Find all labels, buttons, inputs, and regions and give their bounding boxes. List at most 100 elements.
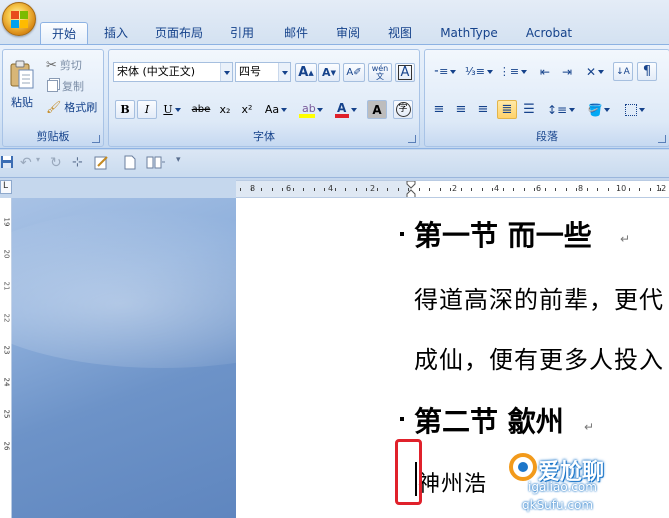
paragraph-group: ⁃≡ ⅓≡ ⋮≡ ⇤ ⇥ ✕ ↓A ¶ ≡ ≡ ≡ ≣ ☰ ↕≡ 🪣 段落 xyxy=(424,49,669,147)
shrink-font-button[interactable]: A ▼ xyxy=(318,63,340,82)
italic-button[interactable]: I xyxy=(137,100,157,119)
tab-view[interactable]: 视图 xyxy=(380,22,420,44)
chevron-down-icon[interactable] xyxy=(317,108,323,115)
chevron-down-icon[interactable] xyxy=(598,70,605,77)
office-button[interactable] xyxy=(2,2,36,36)
decrease-indent-button[interactable]: ⇤ xyxy=(535,62,555,81)
ruler-margin-left xyxy=(236,181,410,197)
underline-button[interactable]: U xyxy=(159,100,185,119)
ruler-tick xyxy=(387,188,388,191)
format-painter-button[interactable]: 🖌 格式刷 xyxy=(43,98,103,116)
ruler-tick xyxy=(376,188,378,191)
superscript-button[interactable]: x² xyxy=(237,100,257,119)
paste-button[interactable]: 粘贴 xyxy=(5,54,39,116)
cut-button[interactable]: ✂ 剪切 xyxy=(43,56,99,74)
tab-insert[interactable]: 插入 xyxy=(96,22,136,44)
indent-marker-icon[interactable] xyxy=(406,181,416,197)
chevron-down-icon[interactable] xyxy=(569,108,576,115)
justify-button[interactable]: ≣ xyxy=(497,100,517,119)
chevron-down-icon[interactable] xyxy=(604,108,611,115)
undo-icon[interactable]: ↶ xyxy=(20,155,36,171)
font-name-combo[interactable]: 宋体 (中文正文) xyxy=(113,62,233,82)
column-layout-icon[interactable] xyxy=(146,155,168,171)
char-border-button[interactable]: A xyxy=(395,63,415,82)
increase-indent-button[interactable]: ⇥ xyxy=(557,62,577,81)
tab-selector[interactable]: L xyxy=(0,180,12,194)
tab-references[interactable]: 引用 xyxy=(222,22,262,44)
cut-label: 剪切 xyxy=(59,59,82,72)
numbering-button[interactable]: ⅓≡ xyxy=(463,62,495,81)
align-left-button[interactable]: ≡ xyxy=(429,100,449,119)
align-center-button[interactable]: ≡ xyxy=(451,100,471,119)
multilevel-list-button[interactable]: ⋮≡ xyxy=(497,62,529,81)
ruler-tick xyxy=(282,188,283,191)
horizontal-ruler[interactable]: 8 6 4 2 2 4 6 8 10 12 xyxy=(236,180,669,198)
subscript-button[interactable]: x₂ xyxy=(215,100,235,119)
chevron-down-icon[interactable] xyxy=(281,108,288,115)
ruler-tick xyxy=(586,188,588,191)
sort-button[interactable]: ↓A xyxy=(613,62,633,81)
left-tab-icon: L xyxy=(3,181,9,191)
tab-mailings[interactable]: 邮件 xyxy=(276,22,316,44)
highlight-color-button[interactable]: ab xyxy=(295,100,327,119)
chevron-down-icon[interactable] xyxy=(639,108,645,115)
shading-button[interactable]: 🪣 xyxy=(583,100,615,119)
line-spacing-button[interactable]: ↕≡ xyxy=(545,100,577,119)
font-size-combo[interactable]: 四号 xyxy=(235,62,291,82)
show-marks-button[interactable]: ¶ xyxy=(637,62,657,81)
font-group-label: 字体 xyxy=(253,130,275,143)
ruler-tick xyxy=(544,188,546,191)
redo-icon[interactable]: ↻ xyxy=(50,155,66,171)
customize-toolbar-icon[interactable]: ▾ xyxy=(176,155,192,171)
font-dialog-launcher[interactable] xyxy=(408,135,416,143)
tab-home[interactable]: 开始 xyxy=(40,22,88,44)
font-color-button[interactable]: A xyxy=(331,100,361,119)
chevron-down-icon[interactable] xyxy=(351,108,357,115)
ruler-tick xyxy=(292,188,294,191)
bold-button[interactable]: B xyxy=(115,100,135,119)
chevron-down-icon[interactable] xyxy=(278,63,290,81)
grow-font-button[interactable]: A ▲ xyxy=(295,63,317,82)
new-document-icon[interactable] xyxy=(124,155,140,171)
ruler-tick xyxy=(555,188,556,191)
strikethrough-button[interactable]: abe xyxy=(189,100,213,119)
chevron-down-icon[interactable] xyxy=(486,70,493,77)
pilcrow-icon: ¶ xyxy=(642,64,652,79)
ruler-number: 24 xyxy=(2,377,11,387)
chevron-down-icon[interactable] xyxy=(174,108,181,115)
enclose-char-button[interactable]: 字 xyxy=(393,100,413,119)
shrink-font-label: A xyxy=(322,66,331,79)
char-shading-button[interactable]: A xyxy=(367,100,387,119)
paragraph-dialog-launcher[interactable] xyxy=(658,135,666,143)
copy-button[interactable]: 复制 xyxy=(43,77,99,95)
outdent-icon: ⇤ xyxy=(539,64,551,79)
tab-acrobat[interactable]: Acrobat xyxy=(518,22,580,44)
phonetic-guide-button[interactable]: wén 文 xyxy=(368,63,392,82)
tab-review[interactable]: 审阅 xyxy=(328,22,368,44)
insert-table-icon[interactable]: ⊹ xyxy=(72,155,88,171)
scissors-icon: ✂ xyxy=(46,57,57,73)
ruler-number: 25 xyxy=(2,409,11,419)
clipboard-dialog-launcher[interactable] xyxy=(92,135,100,143)
office-logo-icon xyxy=(11,11,28,28)
change-case-label: Aa xyxy=(264,103,280,116)
change-case-button[interactable]: Aa xyxy=(261,100,291,119)
tab-page-layout[interactable]: 页面布局 xyxy=(148,22,210,44)
save-icon[interactable] xyxy=(0,155,16,171)
borders-button[interactable] xyxy=(619,100,651,119)
chinese-layout-button[interactable]: ✕ xyxy=(581,62,609,81)
document-edit-icon[interactable] xyxy=(94,155,110,171)
clear-formatting-button[interactable]: A✐ xyxy=(343,63,365,82)
align-right-button[interactable]: ≡ xyxy=(473,100,493,119)
clipboard-group-label: 剪贴板 xyxy=(36,130,70,143)
chevron-down-icon[interactable] xyxy=(220,63,232,81)
ruler-number: 6 xyxy=(536,184,542,193)
justify-icon: ≣ xyxy=(501,102,513,117)
bullets-button[interactable]: ⁃≡ xyxy=(429,62,461,81)
font-name-value: 宋体 (中文正文) xyxy=(117,65,196,78)
chevron-down-icon[interactable] xyxy=(450,70,457,77)
chevron-down-icon[interactable] xyxy=(521,70,528,77)
tab-mathtype[interactable]: MathType xyxy=(434,22,504,44)
ruler-tick xyxy=(513,188,514,191)
distributed-button[interactable]: ☰ xyxy=(519,100,539,119)
